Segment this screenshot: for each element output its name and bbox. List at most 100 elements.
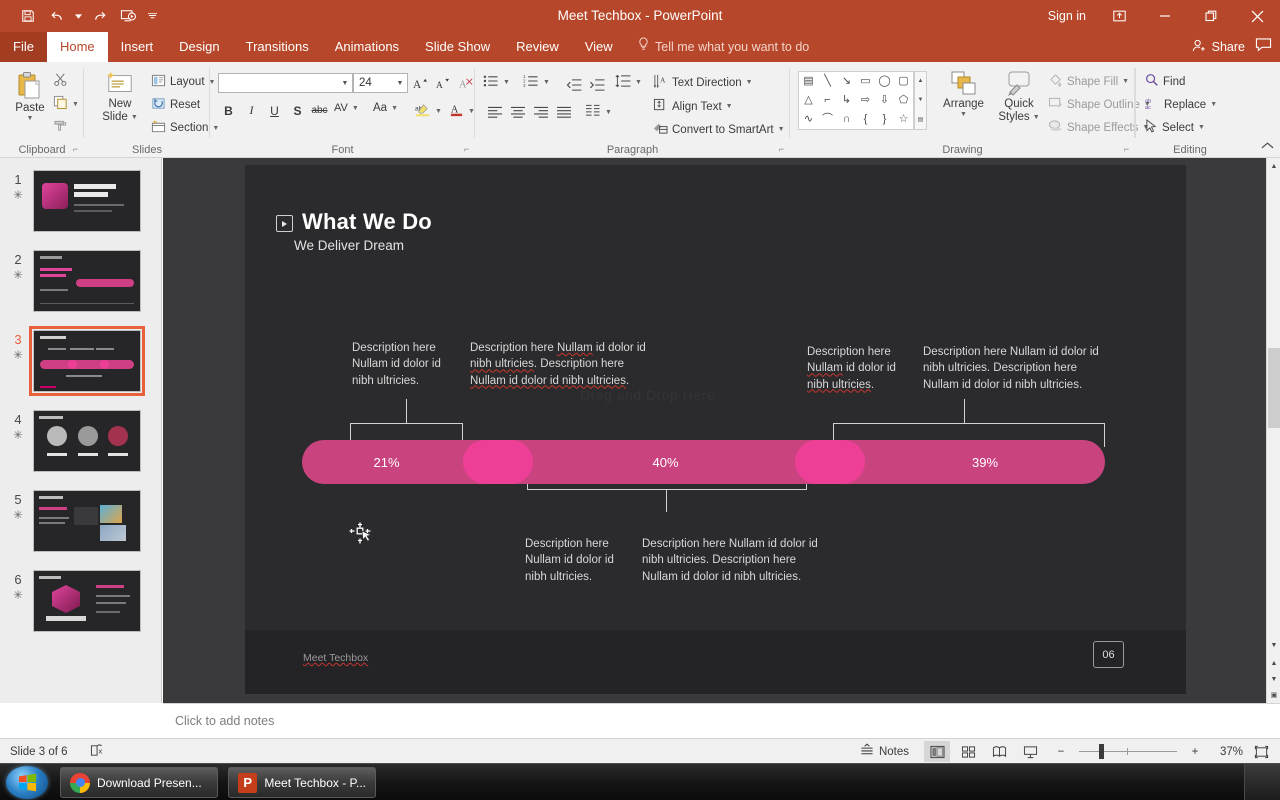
align-text-dropdown-icon[interactable]: ▼ xyxy=(726,103,733,110)
freeform-shape-icon[interactable]: ∿ xyxy=(804,114,813,125)
slide-canvas[interactable]: What We Do We Deliver Dream Drag and Dro… xyxy=(245,165,1186,694)
align-right-button[interactable] xyxy=(530,102,551,123)
convert-to-smartart-button[interactable]: Convert to SmartArt ▼ xyxy=(653,121,785,138)
description-bottom-1[interactable]: Description here Nullam id dolor id nibh… xyxy=(525,536,635,585)
quick-styles-dropdown-icon[interactable]: ▼ xyxy=(1033,114,1040,122)
format-painter-button[interactable] xyxy=(53,118,68,136)
font-size-dropdown-icon[interactable]: ▼ xyxy=(393,80,407,87)
text-direction-dropdown-icon[interactable]: ▼ xyxy=(746,79,753,86)
thumbnail-row-4[interactable]: 4 ✳ xyxy=(0,408,161,488)
shape-fill-button[interactable]: Shape Fill ▼ xyxy=(1048,73,1129,90)
font-name-input[interactable]: ▼ xyxy=(218,73,353,93)
thumbnail-row-5[interactable]: 5 ✳ xyxy=(0,488,161,568)
sign-in-button[interactable]: Sign in xyxy=(1038,9,1096,23)
slide-sorter-view-button[interactable] xyxy=(955,741,981,762)
description-top-left-2[interactable]: Description here Nullam id dolor id nibh… xyxy=(470,340,670,389)
taskbar-item-chrome[interactable]: Download Presen... xyxy=(60,767,218,798)
arrange-dropdown-icon[interactable]: ▼ xyxy=(960,111,967,119)
quick-styles-button[interactable]: Quick Styles ▼ xyxy=(993,70,1045,124)
tab-review[interactable]: Review xyxy=(503,32,572,62)
text-direction-button[interactable]: A Text Direction ▼ xyxy=(653,74,753,91)
tab-transitions[interactable]: Transitions xyxy=(233,32,322,62)
rounded-rect-shape-icon[interactable]: ▢ xyxy=(898,76,908,87)
font-color-button[interactable]: A ▼ xyxy=(450,102,475,120)
thumbnail-5[interactable] xyxy=(33,490,141,552)
font-dialog-launcher[interactable]: ⌐ xyxy=(461,144,472,155)
smartart-dropdown-icon[interactable]: ▼ xyxy=(778,126,785,133)
strikethrough-button[interactable]: abc xyxy=(309,100,330,121)
select-dropdown-icon[interactable]: ▼ xyxy=(1198,124,1205,131)
collapse-ribbon-icon[interactable] xyxy=(1261,141,1274,153)
paragraph-dialog-launcher[interactable]: ⌐ xyxy=(776,144,787,155)
previous-slide-icon[interactable]: ▲ xyxy=(1267,655,1280,671)
character-spacing-button[interactable]: AV ▼ xyxy=(334,102,359,114)
line-spacing-dropdown-icon[interactable]: ▼ xyxy=(635,79,642,86)
block-arrow-right-icon[interactable]: ⇨ xyxy=(861,95,870,106)
numbering-button[interactable]: 123 ▼ xyxy=(523,74,550,91)
thumbnail-row-3[interactable]: 3 ✳ xyxy=(0,326,161,408)
close-icon[interactable] xyxy=(1234,0,1280,32)
bar-segment-3[interactable]: 39% xyxy=(865,440,1105,484)
change-case-dropdown-icon[interactable]: ▼ xyxy=(391,105,398,112)
progress-bar-chart[interactable]: 21% 40% 39% xyxy=(302,440,1105,484)
thumbnail-1[interactable] xyxy=(33,170,141,232)
slide-show-button[interactable] xyxy=(1017,741,1043,762)
description-top-right-2[interactable]: Description here Nullam id dolor id nibh… xyxy=(923,344,1123,393)
columns-dropdown-icon[interactable]: ▼ xyxy=(605,109,612,116)
slide-thumbnail-pane[interactable]: 1 ✳ 2 ✳ 3 ✳ 4 ✳ 5 ✳ 6 ✳ xyxy=(0,158,162,703)
find-button[interactable]: Find xyxy=(1145,73,1185,90)
italic-button[interactable]: I xyxy=(241,100,262,121)
tab-home[interactable]: Home xyxy=(46,32,108,62)
bar-knob-2[interactable] xyxy=(795,440,865,484)
description-top-right-1[interactable]: Description here Nullam id dolor id nibh… xyxy=(807,344,917,393)
tab-file[interactable]: File xyxy=(0,32,47,62)
triangle-shape-icon[interactable]: △ xyxy=(804,95,812,106)
notes-toggle-button[interactable]: Notes xyxy=(860,743,909,760)
clipboard-dialog-launcher[interactable]: ⌐ xyxy=(70,144,81,155)
bar-segment-2[interactable]: 40% xyxy=(533,440,798,484)
elbow-connector-icon[interactable]: ⌐ xyxy=(824,95,830,106)
oval-shape-icon[interactable]: ◯ xyxy=(878,76,890,87)
justify-button[interactable] xyxy=(553,102,574,123)
layout-button[interactable]: Layout ▼ xyxy=(151,73,215,91)
decrease-indent-button[interactable] xyxy=(563,74,584,95)
shape-fill-dropdown-icon[interactable]: ▼ xyxy=(1122,78,1129,85)
scrollbar-thumb[interactable] xyxy=(1268,348,1280,428)
paste-dropdown-icon[interactable]: ▼ xyxy=(27,115,34,123)
system-tray[interactable] xyxy=(1244,764,1280,800)
thumbnail-row-6[interactable]: 6 ✳ xyxy=(0,568,161,648)
slide-vertical-scrollbar[interactable]: ▲ ▼ ▲ ▼ ▣ xyxy=(1266,158,1280,703)
restore-icon[interactable] xyxy=(1188,0,1234,32)
block-arrow-down-icon[interactable]: ⇩ xyxy=(880,95,889,106)
arc-shape-icon[interactable]: ⌒ xyxy=(822,114,833,125)
align-text-button[interactable]: Align Text ▼ xyxy=(653,98,733,115)
taskbar-item-powerpoint[interactable]: P Meet Techbox - P... xyxy=(228,767,376,798)
gallery-down-icon[interactable]: ▼ xyxy=(918,97,924,103)
rectangle-shape-icon[interactable]: ▭ xyxy=(860,76,870,87)
normal-view-button[interactable] xyxy=(924,741,950,762)
textbox-shape-icon[interactable]: ▤ xyxy=(803,76,813,87)
font-size-input[interactable]: 24 ▼ xyxy=(353,73,408,93)
tab-insert[interactable]: Insert xyxy=(108,32,167,62)
arrow-shape-icon[interactable]: ↘ xyxy=(842,76,851,87)
start-button[interactable] xyxy=(6,766,48,799)
bar-knob-1[interactable] xyxy=(463,440,533,484)
text-highlight-color-button[interactable]: ab ▼ xyxy=(415,102,442,120)
select-button[interactable]: Select ▼ xyxy=(1145,119,1205,136)
cut-button[interactable] xyxy=(53,72,68,90)
description-bottom-2[interactable]: Description here Nullam id dolor id nibh… xyxy=(642,536,842,585)
slide-title-group[interactable]: What We Do xyxy=(276,209,432,235)
zoom-out-button[interactable]: − xyxy=(1048,741,1074,762)
zoom-in-button[interactable]: + xyxy=(1182,741,1208,762)
zoom-slider[interactable] xyxy=(1079,741,1177,762)
shapes-gallery-scroll[interactable]: ▲ ▼ ▤ xyxy=(914,71,927,130)
curve-shape-icon[interactable]: ∩ xyxy=(843,114,851,125)
zoom-handle[interactable] xyxy=(1099,744,1104,759)
thumbnail-2[interactable] xyxy=(33,250,141,312)
minimize-icon[interactable] xyxy=(1142,0,1188,32)
thumbnail-4[interactable] xyxy=(33,410,141,472)
share-button[interactable]: Share xyxy=(1192,39,1245,56)
text-highlight-dropdown-icon[interactable]: ▼ xyxy=(435,108,442,115)
numbering-dropdown-icon[interactable]: ▼ xyxy=(543,79,550,86)
new-slide-dropdown-icon[interactable]: ▼ xyxy=(131,114,138,122)
